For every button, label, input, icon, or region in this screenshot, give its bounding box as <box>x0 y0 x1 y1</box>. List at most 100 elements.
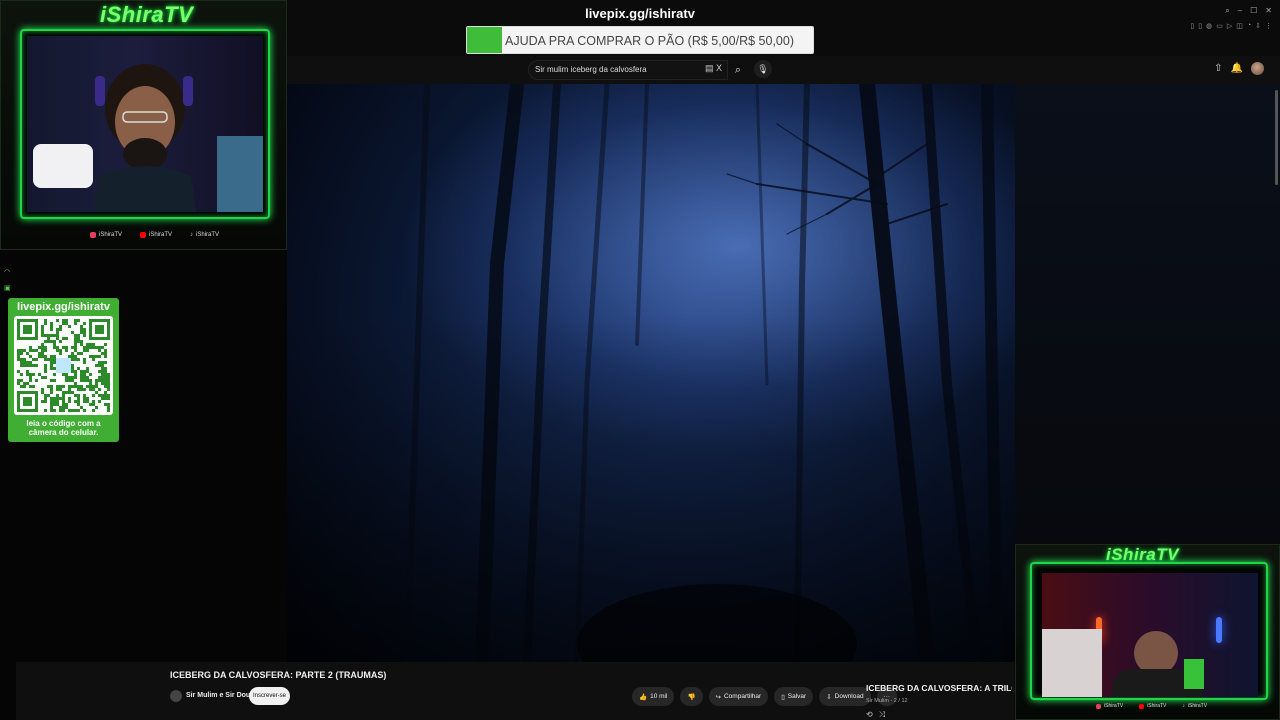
qr-caption: leia o código com a câmera do celular. <box>0 419 127 437</box>
shuffle-icon[interactable]: ⤨ <box>879 710 885 720</box>
qr-module <box>98 379 101 382</box>
qr-module <box>107 394 110 397</box>
qr-module <box>62 403 65 406</box>
qr-module <box>20 373 23 376</box>
tiktok-icon: ♪ <box>1182 703 1185 709</box>
qr-module <box>98 355 101 358</box>
qr-module <box>104 373 107 376</box>
social-instagram[interactable]: iShiraTV <box>90 232 122 238</box>
qr-module <box>92 358 95 361</box>
profile-icon[interactable]: ◔ <box>1247 22 1251 30</box>
qr-caption-line2: câmera do celular. <box>28 428 99 437</box>
social-youtube[interactable]: iShiraTV <box>140 232 172 238</box>
qr-module <box>50 364 53 367</box>
home-icon[interactable]: ◠ <box>4 268 11 276</box>
qr-module <box>107 406 110 409</box>
qr-module <box>104 355 107 358</box>
download-icon[interactable]: ⇩ <box>1255 22 1261 30</box>
like-button[interactable]: 👍 10 mil <box>632 687 675 706</box>
upload-icon[interactable]: ⇧ <box>1214 63 1222 74</box>
search-clear-button[interactable]: ▤ X <box>705 63 722 74</box>
clear-icon[interactable]: X <box>716 63 722 73</box>
qr-module <box>65 403 68 406</box>
dislike-button[interactable]: 👎 <box>680 687 703 706</box>
qr-module <box>92 346 95 349</box>
qr-module <box>23 358 26 361</box>
subscribe-button[interactable]: Inscrever-se <box>249 687 290 705</box>
qr-module <box>59 385 62 388</box>
menu-icon[interactable]: ⋮ <box>1265 22 1272 30</box>
qr-module <box>98 346 101 349</box>
qr-module <box>95 355 98 358</box>
qr-module <box>101 364 104 367</box>
shield-icon[interactable]: ◍ <box>1206 22 1212 30</box>
qr-module <box>101 346 104 349</box>
qr-module <box>74 382 77 385</box>
loop-icon[interactable]: ⟲ <box>866 710 873 720</box>
qr-module <box>68 376 71 379</box>
qr-module <box>59 397 62 400</box>
playlist-title[interactable]: ICEBERG DA CALVOSFERA: A TRILOGIA (e m <box>866 683 1012 693</box>
sidebar-icons: ◠ ▣ <box>4 268 11 292</box>
qr-module <box>77 337 80 340</box>
qr-module <box>74 346 77 349</box>
page-scrollbar[interactable] <box>1275 90 1278 185</box>
cast-icon[interactable]: ▭ <box>1216 22 1223 30</box>
qr-module <box>35 379 38 382</box>
qr-module <box>89 403 92 406</box>
qr-module <box>83 376 86 379</box>
qr-module <box>83 379 86 382</box>
download-button[interactable]: ⇩ Download <box>819 687 871 706</box>
qr-module <box>29 376 32 379</box>
qr-module <box>89 388 92 391</box>
social-instagram[interactable]: iShiraTV <box>1096 703 1123 709</box>
qr-module <box>47 337 50 340</box>
video-player[interactable] <box>287 84 1015 662</box>
close-icon[interactable]: ✕ <box>1265 6 1272 16</box>
extension-icon[interactable]: ▯ <box>1190 22 1194 30</box>
maximize-icon[interactable]: ☐ <box>1250 6 1257 16</box>
bookmark-icon[interactable]: ▯ <box>1198 22 1202 30</box>
playlist-subtitle: Sir Mulim - 2 / 12 <box>866 698 908 704</box>
green-stand <box>1184 659 1204 689</box>
search-input[interactable]: Sir mulim iceberg da calvosfera <box>528 60 728 80</box>
qr-module <box>62 409 65 412</box>
share-button[interactable]: ↪ Compartilhar <box>708 687 769 706</box>
voice-search-button[interactable]: 🎙 <box>754 60 772 78</box>
qr-module <box>50 397 53 400</box>
qr-module <box>104 361 107 364</box>
save-button[interactable]: ▯ Salvar <box>774 687 814 706</box>
qr-module <box>59 349 62 352</box>
channel-avatar[interactable] <box>170 690 182 702</box>
bell-icon[interactable]: 🔔 <box>1231 63 1243 74</box>
search-button[interactable]: ⌕ <box>728 60 748 80</box>
donation-goal-bar: AJUDA PRA COMPRAR O PÃO (R$ 5,00/R$ 50,0… <box>466 26 814 54</box>
qr-module <box>53 373 56 376</box>
social-tiktok[interactable]: ♪ iShiraTV <box>190 232 219 238</box>
qr-module <box>107 382 110 385</box>
social-links: iShiraTV iShiraTV ♪ iShiraTV <box>90 232 219 238</box>
instagram-handle: iShiraTV <box>99 232 123 238</box>
qr-module <box>107 385 110 388</box>
social-tiktok[interactable]: ♪ iShiraTV <box>1182 703 1207 709</box>
social-youtube[interactable]: iShiraTV <box>1139 703 1166 709</box>
qr-module <box>26 364 29 367</box>
qr-module <box>41 400 44 403</box>
lock-icon[interactable]: ▣ <box>4 284 11 292</box>
minimize-icon[interactable]: – <box>1238 6 1242 16</box>
play-icon[interactable]: ▷ <box>1227 22 1232 30</box>
qr-module <box>68 397 71 400</box>
qr-url: livepix.gg/ishiratv <box>17 301 110 313</box>
youtube-icon <box>140 232 147 238</box>
qr-module <box>41 352 44 355</box>
qr-module <box>95 391 98 394</box>
puzzle-icon[interactable]: ◫ <box>1236 22 1243 30</box>
qr-module <box>92 385 95 388</box>
qr-module <box>65 322 68 325</box>
channel-name[interactable]: Sir Mulim e Sir Doux <box>186 692 254 699</box>
qr-module <box>65 337 68 340</box>
search-icon[interactable]: ⌕ <box>1225 6 1229 16</box>
qr-module <box>47 334 50 337</box>
qr-module <box>83 358 86 361</box>
account-avatar[interactable] <box>1251 62 1264 75</box>
